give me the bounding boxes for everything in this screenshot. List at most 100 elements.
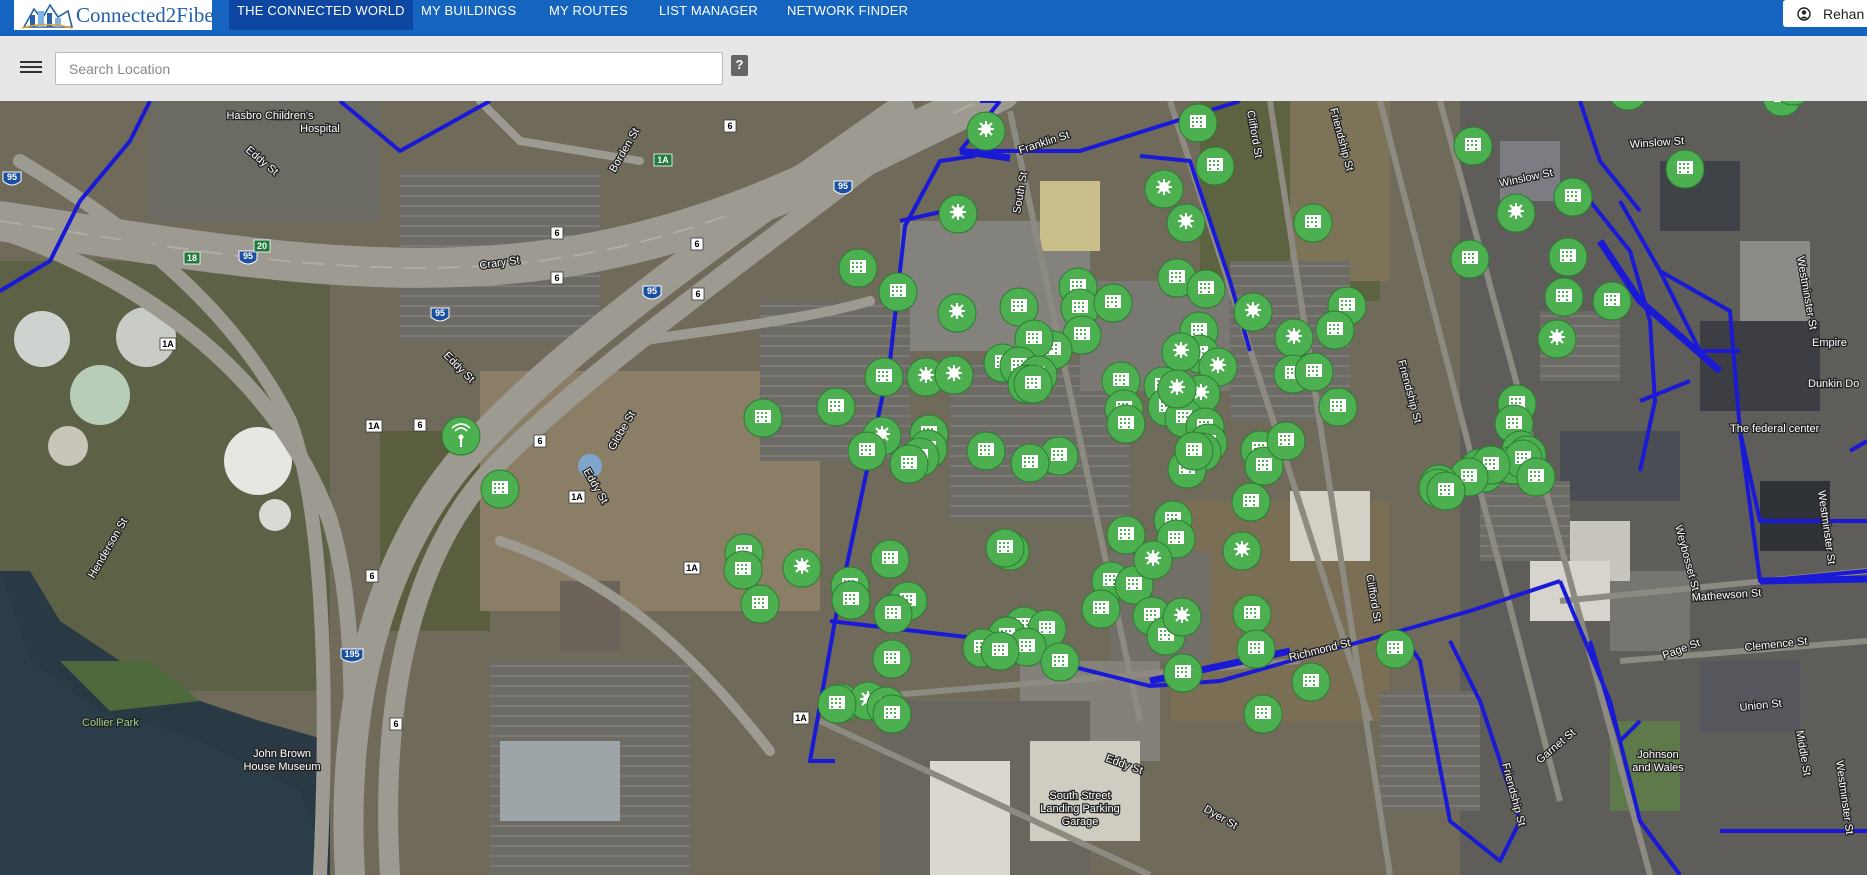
- hamburger-icon[interactable]: [20, 58, 42, 74]
- empire-label: Empire: [1812, 337, 1847, 349]
- hub-marker-icon[interactable]: [937, 293, 977, 333]
- svg-text:1A: 1A: [571, 492, 583, 502]
- hub-marker-icon[interactable]: [1133, 540, 1173, 580]
- svg-text:6: 6: [417, 420, 422, 430]
- hub-marker-icon[interactable]: [1166, 203, 1206, 243]
- satellite-map[interactable]: 95 95 95 95 95 95 195 6 6 6 6 6 6 6 6 6 …: [0, 101, 1867, 875]
- building-marker-icon[interactable]: [831, 580, 871, 620]
- building-marker-icon[interactable]: [878, 272, 918, 312]
- hub-marker-icon[interactable]: [1144, 169, 1184, 209]
- svg-text:1A: 1A: [368, 421, 380, 431]
- building-marker-icon[interactable]: [817, 684, 857, 724]
- nav-tab-the-connected-world[interactable]: THE CONNECTED WORLD: [229, 0, 413, 30]
- hasbro-label-2: Hospital: [300, 123, 340, 135]
- building-marker-icon[interactable]: [1426, 471, 1466, 511]
- svg-text:6: 6: [554, 273, 559, 283]
- building-marker-icon[interactable]: [1093, 283, 1133, 323]
- svg-text:95: 95: [838, 181, 848, 191]
- hub-marker-icon[interactable]: [934, 355, 974, 395]
- hub-marker-icon[interactable]: [1496, 193, 1536, 233]
- building-marker-icon[interactable]: [816, 387, 856, 427]
- building-marker-icon[interactable]: [1178, 103, 1218, 143]
- building-marker-icon[interactable]: [1174, 431, 1214, 471]
- johnson-wales-label-1: Johnson: [1637, 749, 1679, 761]
- svg-text:20: 20: [257, 241, 267, 251]
- building-marker-icon[interactable]: [1592, 281, 1632, 321]
- hub-marker-icon[interactable]: [1233, 292, 1273, 332]
- hub-marker-icon[interactable]: [1222, 531, 1262, 571]
- collier-park-label: Collier Park: [82, 717, 139, 729]
- user-menu-button[interactable]: Rehan: [1783, 0, 1867, 27]
- building-marker-icon[interactable]: [838, 248, 878, 288]
- hub-marker-icon[interactable]: [1157, 369, 1197, 409]
- map-canvas[interactable]: 95 95 95 95 95 95 195 6 6 6 6 6 6 6 6 6 …: [0, 101, 1867, 875]
- building-marker-icon[interactable]: [966, 431, 1006, 471]
- building-marker-icon[interactable]: [1163, 653, 1203, 693]
- tower-marker-icon[interactable]: [441, 416, 481, 456]
- building-marker-icon[interactable]: [1081, 589, 1121, 629]
- building-marker-icon[interactable]: [1665, 149, 1705, 189]
- building-marker-icon[interactable]: [1195, 146, 1235, 186]
- building-marker-icon[interactable]: [1544, 277, 1584, 317]
- building-marker-icon[interactable]: [1010, 443, 1050, 483]
- garage-label-2: Landing Parking: [1040, 803, 1120, 815]
- building-marker-icon[interactable]: [1243, 694, 1283, 734]
- building-marker-icon[interactable]: [870, 539, 910, 579]
- nav-tab-network-finder[interactable]: NETWORK FINDER: [779, 0, 916, 30]
- building-marker-icon[interactable]: [1293, 203, 1333, 243]
- garage-label-1: South Street: [1049, 790, 1110, 802]
- building-marker-icon[interactable]: [1318, 387, 1358, 427]
- hub-marker-icon[interactable]: [782, 548, 822, 588]
- building-marker-icon[interactable]: [873, 594, 913, 634]
- building-marker-icon[interactable]: [1106, 404, 1146, 444]
- hub-marker-icon[interactable]: [1537, 319, 1577, 359]
- building-marker-icon[interactable]: [1232, 594, 1272, 634]
- building-marker-icon[interactable]: [1516, 457, 1556, 497]
- hub-marker-icon[interactable]: [938, 194, 978, 234]
- building-marker-icon[interactable]: [1231, 482, 1271, 522]
- building-marker-icon[interactable]: [980, 631, 1020, 671]
- svg-text:95: 95: [647, 286, 657, 296]
- building-marker-icon[interactable]: [1315, 310, 1355, 350]
- building-marker-icon[interactable]: [1450, 239, 1490, 279]
- building-marker-icon[interactable]: [1013, 364, 1053, 404]
- building-marker-icon[interactable]: [723, 550, 763, 590]
- building-marker-icon[interactable]: [872, 639, 912, 679]
- hub-marker-icon[interactable]: [1161, 332, 1201, 372]
- building-marker-icon[interactable]: [1236, 629, 1276, 669]
- dunkin-label: Dunkin Do: [1808, 378, 1859, 390]
- city-skyline-logo-icon: [20, 1, 74, 29]
- building-marker-icon[interactable]: [985, 528, 1025, 568]
- nav-tab-list-manager[interactable]: LIST MANAGER: [651, 0, 766, 30]
- building-marker-icon[interactable]: [864, 357, 904, 397]
- search-location-input[interactable]: [55, 52, 723, 85]
- hub-marker-icon[interactable]: [966, 111, 1006, 151]
- nav-tab-my-buildings[interactable]: MY BUILDINGS: [413, 0, 524, 30]
- brand-logo[interactable]: Connected2Fiber: [14, 0, 221, 30]
- svg-text:1A: 1A: [162, 339, 174, 349]
- building-marker-icon[interactable]: [1040, 642, 1080, 682]
- building-marker-icon[interactable]: [1548, 237, 1588, 277]
- nav-tab-my-routes[interactable]: MY ROUTES: [541, 0, 636, 30]
- hasbro-label-1: Hasbro Children's: [226, 110, 314, 122]
- building-marker-icon[interactable]: [1294, 352, 1334, 392]
- building-marker-icon[interactable]: [1291, 662, 1331, 702]
- building-marker-icon[interactable]: [889, 444, 929, 484]
- svg-text:195: 195: [344, 649, 359, 659]
- building-marker-icon[interactable]: [480, 469, 520, 509]
- building-marker-icon[interactable]: [872, 694, 912, 734]
- building-marker-icon[interactable]: [1375, 629, 1415, 669]
- help-icon[interactable]: ?: [731, 55, 748, 76]
- building-marker-icon[interactable]: [1553, 177, 1593, 217]
- hub-marker-icon[interactable]: [1162, 597, 1202, 637]
- building-marker-icon[interactable]: [847, 431, 887, 471]
- hub-marker-icon[interactable]: [1274, 318, 1314, 358]
- building-marker-icon[interactable]: [1186, 269, 1226, 309]
- building-marker-icon[interactable]: [743, 398, 783, 438]
- building-marker-icon[interactable]: [1453, 126, 1493, 166]
- building-marker-icon[interactable]: [740, 584, 780, 624]
- brand-name: Connected2Fiber: [76, 2, 221, 27]
- svg-text:6: 6: [727, 121, 732, 131]
- building-marker-icon[interactable]: [1266, 421, 1306, 461]
- svg-text:18: 18: [187, 253, 197, 263]
